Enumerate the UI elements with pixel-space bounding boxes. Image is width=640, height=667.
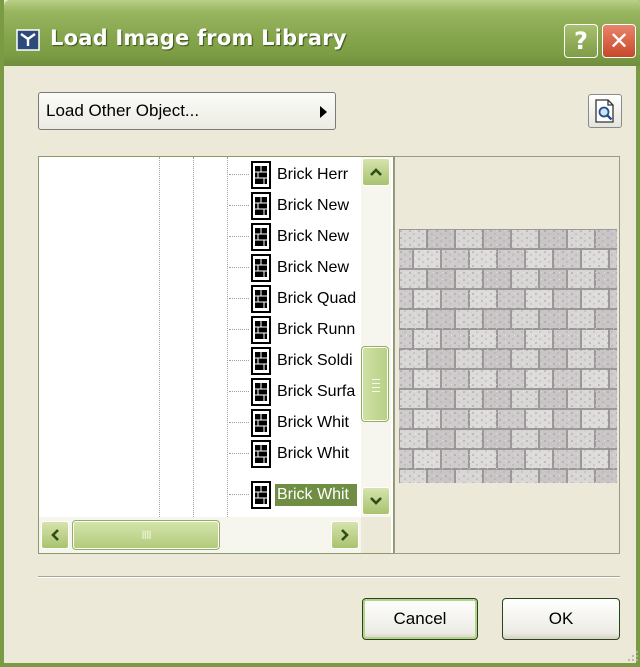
load-other-label: Load Other Object... [46, 101, 200, 120]
scroll-down-button[interactable] [362, 487, 390, 515]
tree-item-label: Brick Herr [277, 165, 349, 183]
tree-connector [229, 236, 249, 237]
tree-item[interactable]: Brick Quad [229, 283, 359, 314]
dialog-window: Load Image from Library ? ✕ Load Other O… [0, 0, 640, 667]
close-button[interactable]: ✕ [602, 24, 636, 58]
tree-item[interactable]: Brick Surfa [229, 376, 359, 407]
tree-connector [229, 391, 249, 392]
scroll-left-button[interactable] [41, 521, 69, 549]
brick-file-icon [251, 284, 271, 313]
thumb-grip [372, 383, 380, 384]
tree-guide-line [193, 157, 194, 517]
brick-texture-preview [399, 229, 617, 483]
tree-connector [229, 422, 249, 423]
tree-item[interactable]: Brick Soldi [229, 345, 359, 376]
tree-item[interactable]: Brick New [229, 221, 359, 252]
tree-item[interactable]: Brick New [229, 190, 359, 221]
scroll-right-button[interactable] [331, 521, 359, 549]
tree-item-label: Brick Soldi [277, 351, 353, 369]
brick-file-icon [251, 160, 271, 189]
preview-button[interactable] [588, 94, 622, 128]
tree-connector [229, 453, 249, 454]
scroll-up-button[interactable] [362, 158, 390, 186]
brick-file-icon [251, 439, 271, 468]
thumb-grip: IIII [141, 528, 151, 542]
tree-guide-line [159, 157, 160, 517]
tree-item-label: Brick New [277, 196, 350, 214]
brick-file-icon [251, 346, 271, 375]
ok-button[interactable]: OK [502, 598, 620, 640]
resize-grip-icon[interactable] [624, 648, 640, 664]
title-bar[interactable]: Load Image from Library ? ✕ [4, 0, 640, 66]
chevron-left-icon [51, 529, 59, 541]
load-other-object-dropdown[interactable]: Load Other Object... [38, 92, 336, 130]
window-title: Load Image from Library [50, 26, 347, 50]
vertical-scroll-thumb[interactable] [361, 346, 389, 422]
tree-item-label: Brick New [277, 258, 350, 276]
tree-connector [229, 205, 249, 206]
tree-guide-line [227, 157, 228, 517]
brick-file-icon [251, 191, 271, 220]
chevron-right-icon [341, 529, 349, 541]
brick-file-icon [251, 222, 271, 251]
brick-file-icon [251, 315, 271, 344]
tree-item-label: Brick Runn [277, 320, 356, 338]
tree-item-label: Brick Whit [277, 444, 349, 462]
tree-connector [229, 329, 249, 330]
thumb-grip [372, 391, 380, 392]
chevron-down-icon [370, 497, 382, 505]
tree-item-label: Brick Quad [277, 289, 357, 307]
tree-item-label: Brick New [277, 227, 350, 245]
tree-item[interactable]: Brick New [229, 252, 359, 283]
tree-item[interactable]: Brick Herr [229, 159, 359, 190]
thumb-grip [372, 379, 380, 380]
tree-connector [229, 174, 249, 175]
menu-arrow-icon [320, 106, 327, 118]
library-tree[interactable]: Brick Herr Brick New Brick New Brick New… [38, 156, 394, 554]
vertical-scrollbar[interactable] [361, 157, 391, 517]
help-button[interactable]: ? [564, 24, 598, 58]
thumb-grip [372, 387, 380, 388]
brick-file-icon [251, 253, 271, 282]
cancel-button[interactable]: Cancel [362, 598, 478, 640]
close-icon: ✕ [608, 27, 630, 55]
tree-connector [229, 267, 249, 268]
scrollbar-corner [361, 517, 391, 553]
tree-item-selected[interactable]: Brick Whit [229, 479, 359, 510]
app-icon [16, 29, 40, 51]
brick-file-icon [251, 480, 271, 509]
brick-file-icon [251, 408, 271, 437]
image-preview-panel [394, 156, 620, 554]
chevron-up-icon [370, 168, 382, 176]
tree-connector [229, 494, 249, 495]
tree-item-label: Brick Whit [275, 483, 357, 506]
tree-connector [229, 360, 249, 361]
tree-item-label: Brick Whit [277, 413, 349, 431]
magnifier-page-icon [595, 99, 614, 123]
tree-connector [229, 298, 249, 299]
separator [38, 576, 620, 578]
horizontal-scroll-thumb[interactable]: IIII [72, 520, 220, 550]
brick-file-icon [251, 377, 271, 406]
tree-item[interactable]: Brick Runn [229, 314, 359, 345]
tree-item[interactable]: Brick Whit [229, 438, 359, 469]
tree-item[interactable]: Brick Whit [229, 407, 359, 438]
help-icon: ? [574, 27, 588, 55]
horizontal-scrollbar[interactable]: IIII [39, 517, 361, 553]
tree-item-label: Brick Surfa [277, 382, 356, 400]
